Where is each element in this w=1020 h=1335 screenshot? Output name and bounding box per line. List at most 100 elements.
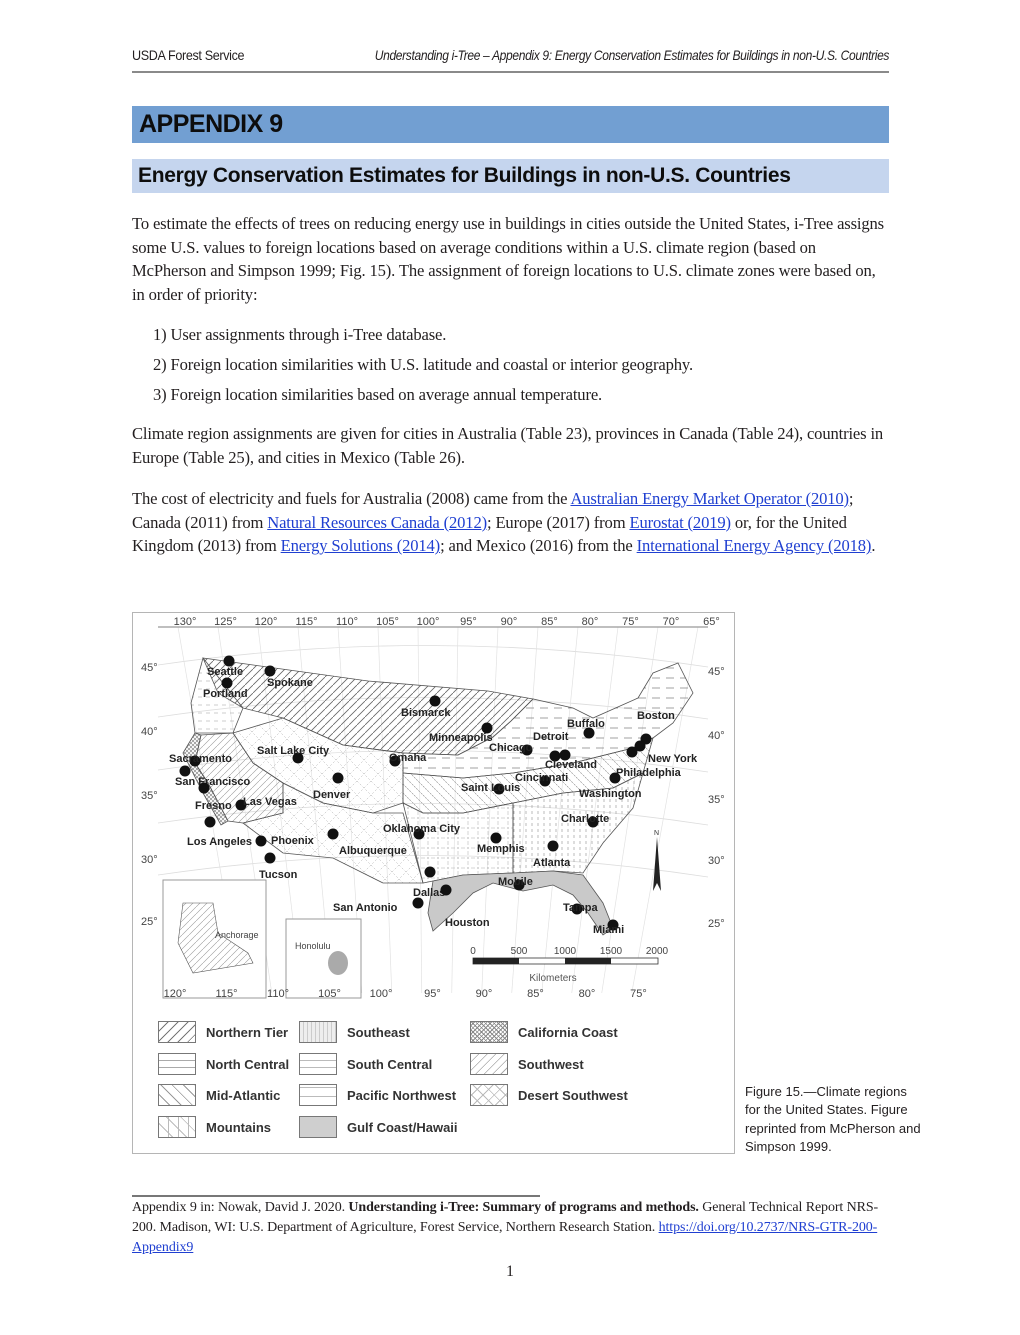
legend-item: Southeast [299,1021,410,1043]
page-number: 1 [506,1263,514,1280]
legend-item: Mid-Atlantic [158,1084,280,1106]
bottom-longitude-label: 120° [164,988,187,1000]
left-latitude-label: 45° [141,662,158,674]
city-label: Fresno [195,800,232,812]
city-label: Minneapolis [429,732,493,744]
legend-item: North Central [158,1053,289,1075]
legend-item: Mountains [158,1116,271,1138]
inset-label-honolulu: Honolulu [295,941,331,951]
map-legend: Northern Tier Southeast California Coast No… [158,1018,718,1148]
legend-label: California Coast [518,1024,618,1040]
city-label: Spokane [267,677,313,689]
bottom-longitude-label: 75° [630,988,647,1000]
priority-list: 1) User assignments through i-Tree datab… [153,320,693,410]
cost-text: ; Europe (2017) from [486,512,630,532]
legend-label: Gulf Coast/Hawaii [347,1119,458,1135]
city-marker: Tucson [259,852,298,881]
footnote-rule [132,1195,540,1197]
top-longitude-label: 75° [622,616,639,628]
city-dot [626,746,638,758]
bottom-longitude-label: 110° [267,988,289,1000]
city-dot [264,665,276,677]
top-longitude-label: 85° [541,616,558,628]
footnote: Appendix 9 in: Nowak, David J. 2020. Und… [132,1198,892,1258]
city-label: Albuquerque [339,845,407,857]
city-label: Bismarck [401,707,451,719]
bottom-longitude-label: 100° [370,988,393,1000]
link-energy-solutions[interactable]: Energy Solutions (2014) [281,536,441,555]
bottom-longitude-label: 105° [318,988,341,1000]
link-nrcan[interactable]: Natural Resources Canada (2012) [267,513,487,532]
scale-tick-label: 500 [511,946,528,957]
subtitle-bar: Energy Conservation Estimates for Buildi… [132,159,889,193]
left-latitude-label: 25° [141,916,158,928]
legend-swatch-icon [158,1053,196,1075]
city-dot [264,852,276,864]
city-dot [424,866,436,878]
city-marker: Tampa [563,902,599,915]
legend-swatch-icon [158,1116,196,1138]
scale-tick-label: 2000 [646,946,669,957]
top-longitude-label: 65° [703,616,720,628]
legend-label: Pacific Northwest [347,1087,457,1103]
city-label: Detroit [533,731,569,743]
legend-swatch-icon [158,1084,196,1106]
city-marker: Phoenix [255,835,315,847]
climate-region-figure: Anchorage Honolulu 0 500 1000 1500 2000 Kilo… [132,612,735,1154]
city-label: Tucson [259,869,298,881]
city-label: Seattle [207,666,243,678]
right-latitude-label: 35° [708,794,725,806]
cost-paragraph: The cost of electricity and fuels for Au… [132,487,892,558]
link-eurostat[interactable]: Eurostat (2019) [629,513,731,532]
city-label: Sacramento [169,753,232,765]
city-label: Boston [637,710,675,722]
city-label: Miami [593,924,624,936]
north-label: N [654,830,659,837]
city-dot [255,835,267,847]
top-longitude-label: 110° [336,616,358,628]
city-label: Cincinnati [515,772,568,784]
bottom-longitude-label: 95° [424,988,441,1000]
legend-item: California Coast [470,1021,618,1043]
scale-tick-label: 1000 [554,946,577,957]
footnote-title: Understanding i-Tree: Summary of program… [348,1200,699,1215]
scale-tick-label: 0 [470,946,476,957]
top-longitude-label: 125° [214,616,237,628]
legend-swatch-icon [158,1021,196,1043]
city-label: Oklahoma City [383,823,461,835]
hawaii-inset [285,918,362,999]
city-label: Memphis [477,843,525,855]
link-iea[interactable]: International Energy Agency (2018) [637,536,872,555]
city-label: Atlanta [533,857,571,869]
appendix-title-bar: APPENDIX 9 [132,106,889,143]
legend-item: Pacific Northwest [299,1084,456,1106]
page-title: APPENDIX 9 [139,110,283,138]
legend-item: Desert Southwest [470,1084,628,1106]
top-longitude-label: 105° [376,616,399,628]
cost-text: The cost of electricity and fuels for Au… [132,489,571,508]
list-item: 3) Foreign location similarities based o… [153,385,603,404]
city-label: Los Angeles [187,836,252,848]
top-longitude-label: 90° [501,616,518,628]
us-climate-map: Anchorage Honolulu 0 500 1000 1500 2000 Kilo… [141,616,725,1000]
city-label: San Antonio [333,902,398,914]
city-label: Phoenix [271,835,315,847]
page-subtitle: Energy Conservation Estimates for Buildi… [138,164,791,187]
city-label: Washington [579,788,642,800]
footnote-text: Appendix 9 in: Nowak, David J. 2020. [132,1200,349,1215]
city-dot [223,655,235,667]
link-aemo[interactable]: Australian Energy Market Operator (2010) [570,489,849,508]
city-label: Saint Louis [461,782,520,794]
city-label: New York [648,753,698,765]
assignments-paragraph: Climate region assignments are given for… [132,424,884,467]
city-dot [490,832,502,844]
city-marker: Seattle [207,655,243,678]
bottom-longitude-label: 85° [527,988,544,1000]
right-latitude-label: 30° [708,855,725,867]
city-label: Omaha [389,752,427,764]
legend-label: Northern Tier [206,1024,289,1040]
city-label: Portland [203,688,248,700]
figure-caption: Figure 15.—Climate regions for the Unite… [745,1084,921,1154]
city-dot [332,772,344,784]
legend-label: Southwest [518,1056,584,1072]
